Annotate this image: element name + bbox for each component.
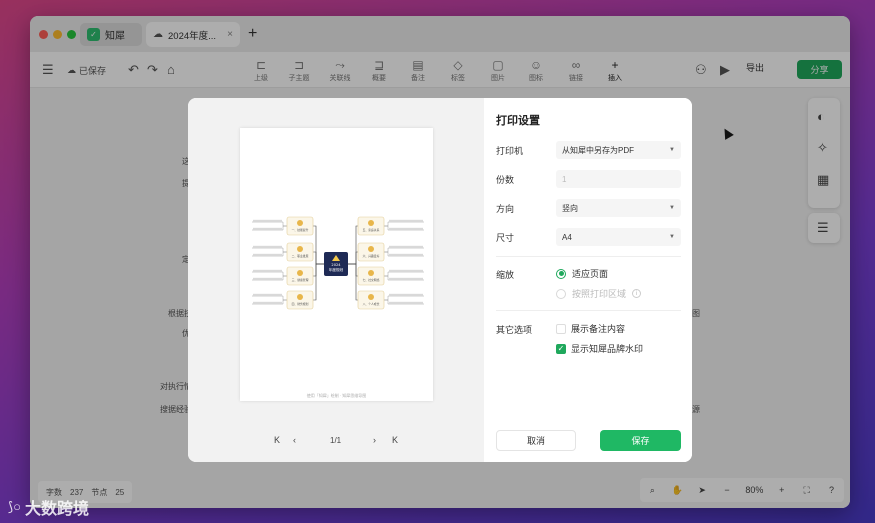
watermark: ⟆○ 大数跨境 [8,495,89,519]
paper-size-select[interactable]: A4 ▼ [556,228,681,246]
scale-area-radio[interactable]: 按照打印区域 i [556,287,642,300]
branch-node-label: 八、个人成长 [363,302,380,306]
radio-unselected-icon [556,288,566,299]
orientation-value: 竖向 [562,203,578,213]
chevron-down-icon: ▼ [669,205,675,211]
chevron-down-icon: ▼ [669,234,675,240]
show-watermark-label: 显示知犀品牌水印 [571,344,644,354]
leaf-text-bar [389,227,423,230]
branch-node-icon [297,294,303,300]
center-topic-text: 2024 [331,263,341,267]
copies-label: 份数 [496,175,515,185]
divider [496,310,681,311]
branch-line [348,225,358,265]
other-options-label: 其它选项 [496,325,533,335]
printer-label: 打印机 [496,146,524,156]
leaf-text-bar [389,245,423,248]
branch-line [348,263,358,277]
copies-input[interactable]: 1 [556,170,681,188]
print-preview: 2024 年度规划 一、技能提升 二、职业发展 三、健康管理 四、财务规划 五、家庭关系 六、… [188,98,484,462]
leaf-text-bar [389,253,423,256]
branch-line [348,263,358,301]
leaf-line [384,295,424,301]
save-button[interactable]: 保存 [600,430,681,451]
leaf-text-bar [389,269,423,272]
printer-value: 从知犀中另存为PDF [562,145,634,155]
scale-fit-radio[interactable]: 适应页面 [556,267,608,280]
center-topic-text: 年度规划 [329,267,344,272]
leaf-text-bar [253,253,282,256]
leaf-text-bar [253,293,282,296]
watermark-text: 大数跨境 [24,501,89,518]
branch-node-label: 五、家庭关系 [363,228,380,232]
leaf-text-bar [253,301,282,304]
branch-node-icon [297,246,303,252]
leaf-text-bar [389,277,423,280]
scale-area-label: 按照打印区域 [572,289,627,299]
preview-page: 2024 年度规划 一、技能提升 二、职业发展 三、健康管理 四、财务规划 五、家庭关系 六、… [240,128,433,401]
branch-node-label: 三、健康管理 [292,278,309,282]
branch-node-label: 四、财务规划 [292,302,309,306]
scale-label: 缩放 [496,270,515,280]
branch-node-label: 二、职业发展 [292,254,309,258]
leaf-text-bar [253,219,282,222]
printer-select[interactable]: 从知犀中另存为PDF ▼ [556,141,681,159]
show-notes-label: 展示备注内容 [571,324,626,334]
size-value: A4 [562,232,572,242]
leaf-line [252,295,287,301]
scale-fit-label: 适应页面 [572,269,609,279]
branch-node-icon [297,270,303,276]
info-icon[interactable]: i [632,289,642,298]
branch-node-icon [368,220,374,226]
show-notes-checkbox[interactable]: 展示备注内容 [556,322,625,335]
leaf-line [252,271,287,277]
leaf-text-bar [389,219,423,222]
leaf-text-bar [253,227,282,230]
branch-node-label: 六、兴趣爱好 [363,254,380,258]
branch-node-icon [297,220,303,226]
leaf-line [252,247,287,253]
checkbox-checked-icon: ✓ [556,343,566,354]
size-label: 尺寸 [496,233,515,243]
branch-line [313,263,324,301]
branch-node-label: 七、社交网络 [363,278,380,282]
print-settings-title: 打印设置 [496,115,540,127]
orientation-select[interactable]: 竖向 ▼ [556,199,681,217]
next-page-icon[interactable]: › [373,435,376,445]
leaf-text-bar [253,245,282,248]
branch-line [313,225,324,265]
chevron-down-icon: ▼ [669,147,675,153]
preview-page-footer: 使用「知犀」绘制 · 知犀思维导图 [306,393,367,398]
radio-selected-icon [556,268,566,279]
page-indicator: 1/1 [330,436,342,445]
branch-line [313,263,324,277]
leaf-line [384,271,424,277]
print-dialog: 2024 年度规划 一、技能提升 二、职业发展 三、健康管理 四、财务规划 五、家庭关系 六、… [188,98,692,462]
checkbox-unchecked-icon [556,323,566,334]
copies-value: 1 [562,174,567,184]
last-page-icon[interactable]: K [392,435,398,445]
mindmap-preview: 2024年度规划 一、技能提升二、职业发展三、健康管理四、财务规划 五、家庭关系六、… [252,216,424,310]
leaf-line [252,221,287,227]
leaf-line [384,221,424,227]
branch-line [348,251,358,265]
print-settings: 打印设置 打印机 从知犀中另存为PDF ▼ 份数 1 方向 竖向 ▼ 尺寸 A4 ▼ … [484,98,692,462]
divider [496,256,681,257]
leaf-text-bar [389,293,423,296]
branch-node-icon [368,294,374,300]
first-page-icon[interactable]: K [274,435,280,445]
branch-node-label: 一、技能提升 [292,228,309,232]
cancel-button[interactable]: 取消 [496,430,576,451]
orientation-label: 方向 [496,204,515,214]
leaf-line [384,247,424,253]
prev-page-icon[interactable]: ‹ [293,435,296,445]
branch-node-icon [368,270,374,276]
leaf-text-bar [389,301,423,304]
leaf-text-bar [253,277,282,280]
leaf-text-bar [253,269,282,272]
watermark-logo-icon: ⟆○ [8,499,21,514]
branch-node-icon [368,246,374,252]
branch-line [313,251,324,265]
show-watermark-checkbox[interactable]: ✓ 显示知犀品牌水印 [556,342,643,355]
